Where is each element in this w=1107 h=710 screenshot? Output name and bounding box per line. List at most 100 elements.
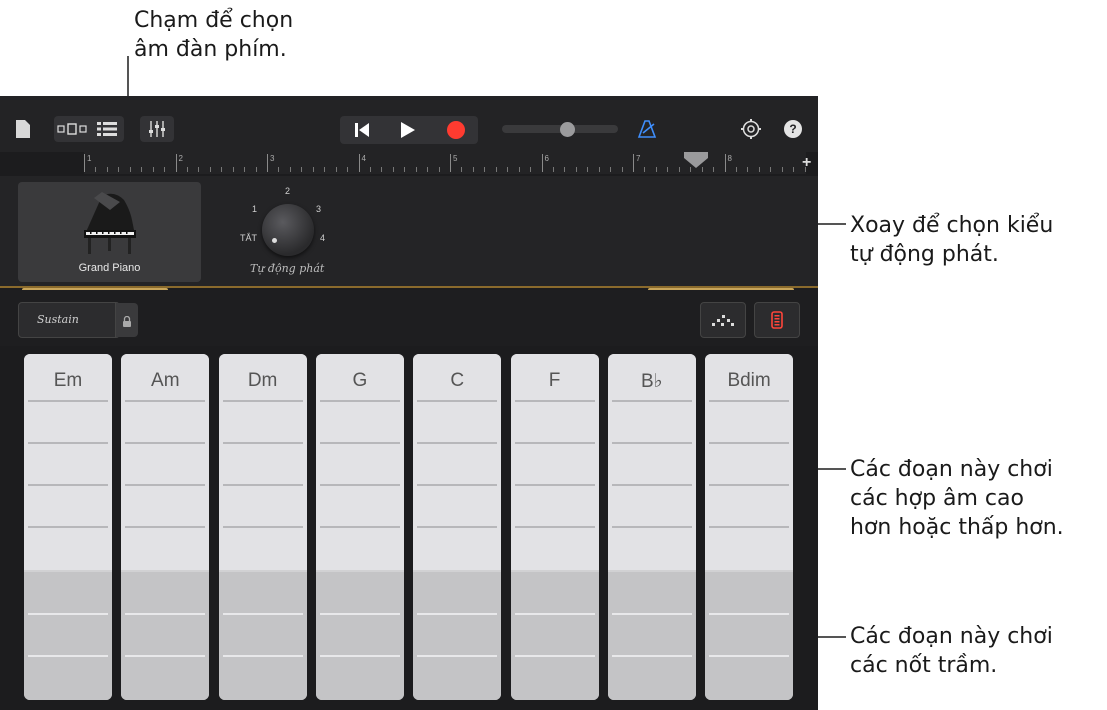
chord-divider (417, 442, 498, 444)
ruler-tick (427, 167, 429, 172)
chord-divider (709, 484, 790, 486)
ruler-tick (713, 167, 715, 172)
chord-divider (709, 442, 790, 444)
view-toggle-icon[interactable] (56, 118, 88, 140)
chord-label: Bdim (727, 370, 771, 391)
remote-icon (771, 311, 783, 334)
bass-divider (319, 655, 400, 657)
ruler-tick (758, 167, 760, 172)
ruler-tick (198, 167, 200, 172)
bass-divider (417, 655, 498, 657)
remote-button[interactable] (754, 302, 800, 338)
chord-divider (709, 526, 790, 528)
autoplay-position-2: 2 (285, 186, 291, 196)
callout-autoplay: Xoay để chọn kiểu tự động phát. (850, 213, 1054, 267)
callout-instrument: Chạm để chọn âm đàn phím. (134, 8, 294, 62)
chord-strip[interactable]: Dm (218, 354, 307, 700)
document-icon[interactable] (14, 118, 32, 140)
sustain-lock-button[interactable] (115, 303, 138, 337)
chord-divider (222, 442, 303, 444)
ruler-tick (221, 167, 223, 172)
bass-divider (28, 655, 108, 657)
settings-icon[interactable] (740, 118, 762, 140)
chord-label: Em (53, 370, 83, 391)
bass-note-section[interactable] (705, 572, 794, 700)
volume-slider-thumb[interactable] (560, 122, 575, 137)
chord-divider (319, 484, 400, 486)
bass-note-section[interactable] (218, 572, 307, 700)
ruler-tick (278, 167, 280, 172)
chord-divider (319, 526, 400, 528)
autoplay-knob[interactable] (262, 204, 314, 256)
ruler-bar-3: 3 (267, 154, 274, 172)
chord-divider (28, 526, 108, 528)
chord-divider (514, 442, 595, 444)
bass-divider (611, 655, 692, 657)
bass-note-section[interactable] (607, 572, 696, 700)
chord-divider (222, 400, 303, 402)
chord-label: C (450, 370, 465, 391)
play-icon[interactable] (388, 116, 428, 144)
chord-strip[interactable]: C (413, 354, 502, 700)
chord-divider (611, 400, 692, 402)
help-icon[interactable]: ? (784, 120, 802, 138)
ruler-tick (347, 167, 349, 172)
ruler-tick (106, 167, 108, 172)
bass-divider (222, 655, 303, 657)
callout-lower-sections: Các đoạn này chơi các nốt trầm. (850, 624, 1053, 678)
playhead-marker[interactable] (684, 152, 708, 168)
record-icon[interactable] (436, 116, 476, 144)
chord-strip[interactable]: Bdim (705, 354, 794, 700)
bass-divider (125, 655, 206, 657)
chord-strip[interactable]: Am (121, 354, 210, 700)
ruler-tick (312, 167, 314, 172)
chord-divider (28, 484, 108, 486)
ruler-bar-5: 5 (450, 154, 457, 172)
rewind-icon[interactable] (342, 116, 382, 144)
bass-divider (319, 613, 400, 615)
chord-label: F (548, 370, 561, 391)
autoplay-position-3: 3 (316, 204, 322, 214)
chord-label: G (352, 370, 368, 391)
knob-indicator (272, 238, 277, 243)
bass-note-section[interactable] (315, 572, 404, 700)
bass-divider (709, 655, 790, 657)
chord-strip[interactable]: Em (24, 354, 112, 700)
ruler-tick (324, 167, 326, 172)
bass-note-section[interactable] (121, 572, 210, 700)
bass-divider (28, 613, 108, 615)
chord-divider (222, 484, 303, 486)
control-bar: ? (0, 96, 818, 152)
bass-note-section[interactable] (24, 572, 112, 700)
chord-strip[interactable]: G (315, 354, 404, 700)
ruler-bar-4: 4 (358, 154, 366, 172)
metronome-icon[interactable] (636, 118, 658, 140)
bass-note-section[interactable] (413, 572, 502, 700)
ruler-tick (141, 167, 143, 172)
arpeggiator-button[interactable] (700, 302, 746, 338)
tracks-view-icon[interactable] (92, 118, 122, 140)
chord-divider (125, 442, 206, 444)
ruler-bar-2: 2 (175, 154, 183, 172)
chord-divider (611, 442, 692, 444)
ruler-tick (472, 167, 474, 172)
garageband-app: ? 1 2 3 4 5 6 7 8 + Grand Piano TẮT 1 2 3 4 Tự … (0, 96, 818, 710)
autoplay-position-off: TẮT (240, 233, 257, 243)
chord-divider (28, 400, 108, 402)
chord-strip[interactable]: F (510, 354, 599, 700)
bass-note-section[interactable] (510, 572, 599, 700)
ruler-tick (587, 167, 589, 172)
ruler-tick (186, 167, 188, 172)
ruler-tick (793, 167, 795, 172)
chord-strip[interactable]: B♭ (607, 354, 696, 700)
ruler-tick (209, 167, 211, 172)
add-section-button[interactable]: + (802, 154, 811, 172)
instrument-selector-button[interactable]: Grand Piano (18, 182, 201, 282)
bass-divider (222, 613, 303, 615)
sustain-button[interactable]: Sustain (18, 302, 138, 338)
ruler-tick (369, 167, 371, 172)
ruler-tick (461, 167, 463, 172)
mixer-icon[interactable] (140, 116, 174, 142)
ruler-tick (255, 167, 257, 172)
piano-icon (80, 190, 140, 256)
